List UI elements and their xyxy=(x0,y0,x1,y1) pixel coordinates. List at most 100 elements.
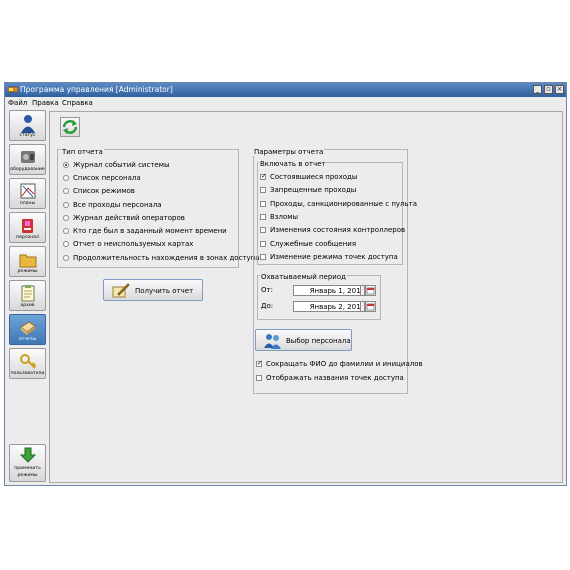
checkbox[interactable] xyxy=(260,172,267,180)
radio-option[interactable]: Список персонала xyxy=(63,174,141,182)
sidebar-item-archive[interactable]: архив xyxy=(9,280,46,311)
sidebar-item-label: пользователи xyxy=(10,371,45,376)
checkbox-option[interactable]: Проходы, санкционированные с пульта xyxy=(260,200,417,208)
checkbox[interactable] xyxy=(260,201,266,207)
menu-bar: Файл Правка Справка xyxy=(5,97,566,109)
checkbox-option[interactable]: Изменение режима точек доступа xyxy=(260,253,398,261)
period-group xyxy=(257,275,381,320)
sidebar-item-label: отчеты xyxy=(18,337,37,342)
radio-button[interactable] xyxy=(63,188,69,194)
apply-modes-button[interactable]: применить режимы xyxy=(9,444,46,482)
sidebar-item-users[interactable]: пользователи xyxy=(9,348,46,379)
refresh-button[interactable] xyxy=(60,117,80,137)
to-label: До: xyxy=(261,302,274,310)
checkbox-label: Сокращать ФИО до фамилии и инициалов xyxy=(266,360,423,368)
calendar-icon xyxy=(366,287,375,295)
radio-button[interactable] xyxy=(63,241,69,247)
checkbox-option[interactable]: Состоявшиеся проходы xyxy=(260,172,357,181)
plans-icon xyxy=(20,183,36,199)
sidebar-item-personnel[interactable]: персонал xyxy=(9,212,46,243)
sidebar-item-status[interactable]: статус xyxy=(9,110,46,141)
radio-option[interactable]: Продолжительность нахождения в зонах дос… xyxy=(63,254,260,262)
key-icon xyxy=(20,354,37,369)
menu-file[interactable]: Файл xyxy=(8,99,27,107)
radio-button[interactable] xyxy=(63,255,69,261)
radio-button[interactable] xyxy=(63,162,69,168)
from-calendar-button[interactable] xyxy=(365,285,376,296)
checkbox-label: Проходы, санкционированные с пульта xyxy=(270,200,418,208)
to-date-field[interactable]: Январь 2, 2012 xyxy=(293,301,369,312)
select-personnel-button[interactable]: Выбор персонала xyxy=(255,329,352,351)
radio-label: Журнал событий системы xyxy=(73,161,170,169)
checkbox-option[interactable]: Служебные сообщения xyxy=(260,240,356,248)
from-date-field[interactable]: Январь 1, 2012 xyxy=(293,285,369,296)
sidebar-item-label: статус xyxy=(19,133,36,138)
close-icon[interactable]: × xyxy=(555,85,564,94)
checkbox-option[interactable]: Запрещенные проходы xyxy=(260,186,356,194)
minimize-icon[interactable]: _ xyxy=(533,85,542,94)
to-date-value: Январь 2, 2012 xyxy=(309,303,365,311)
radio-button[interactable] xyxy=(63,202,69,208)
sidebar-item-modes[interactable]: режимы xyxy=(9,246,46,277)
from-label: От: xyxy=(261,286,273,294)
checkbox[interactable] xyxy=(256,375,262,381)
period-title: Охватываемый период xyxy=(260,273,347,281)
checkbox-option[interactable]: Отображать названия точек доступа xyxy=(256,374,404,382)
personnel-icon xyxy=(22,219,33,233)
radio-option[interactable]: Список режимов xyxy=(63,187,135,195)
select-personnel-label: Выбор персонала xyxy=(286,337,351,345)
radio-option[interactable]: Кто где был в заданный момент времени xyxy=(63,227,227,235)
menu-help[interactable]: Справка xyxy=(62,99,93,107)
app-icon xyxy=(8,86,18,93)
radio-option[interactable]: Журнал действий операторов xyxy=(63,214,185,222)
calendar-icon xyxy=(366,303,375,311)
reports-panel: Тип отчета Журнал событий системы Список… xyxy=(49,111,563,483)
from-date-value: Январь 1, 2012 xyxy=(309,287,365,295)
checkbox[interactable] xyxy=(260,187,266,193)
radio-button[interactable] xyxy=(63,175,69,181)
get-report-button[interactable]: Получить отчет xyxy=(103,279,203,301)
apply-label-line2: режимы xyxy=(17,473,38,478)
sidebar-item-label: персонал xyxy=(16,235,39,240)
checkbox-label: Изменение режима точек доступа xyxy=(270,253,398,261)
folder-icon xyxy=(19,254,37,268)
sidebar-item-label: оборудование xyxy=(10,167,45,172)
include-title: Включать в отчет xyxy=(259,160,327,168)
checkbox[interactable] xyxy=(260,227,266,233)
checkbox-label: Изменения состояния контроллеров xyxy=(270,226,406,234)
sidebar-item-label: режимы xyxy=(17,269,38,274)
radio-label: Отчет о неиспользуемых картах xyxy=(73,240,194,248)
radio-option[interactable]: Все проходы персонала xyxy=(63,201,162,209)
checkbox[interactable] xyxy=(260,241,266,247)
radio-button[interactable] xyxy=(63,215,69,221)
title-bar[interactable]: Программа управления [Administrator] _ ▫… xyxy=(5,83,566,97)
checkbox-option[interactable]: Сокращать ФИО до фамилии и инициалов xyxy=(256,359,423,368)
checkbox[interactable] xyxy=(256,359,263,367)
download-arrow-icon xyxy=(19,447,37,463)
archive-icon xyxy=(21,285,35,302)
checkbox[interactable] xyxy=(260,254,266,260)
maximize-icon[interactable]: ▫ xyxy=(544,85,553,94)
reports-icon xyxy=(20,321,36,335)
checkbox-label: Взломы xyxy=(270,213,299,221)
radio-button[interactable] xyxy=(63,228,69,234)
radio-label: Список персонала xyxy=(73,174,141,182)
people-icon xyxy=(264,334,281,349)
to-calendar-button[interactable] xyxy=(365,301,376,312)
person-icon xyxy=(21,115,35,133)
radio-option[interactable]: Отчет о неиспользуемых картах xyxy=(63,240,193,248)
report-pencil-icon xyxy=(112,283,130,298)
checkbox[interactable] xyxy=(260,214,266,220)
sidebar-item-equipment[interactable]: оборудование xyxy=(9,144,46,175)
radio-option[interactable]: Журнал событий системы xyxy=(63,161,170,169)
report-params-title: Параметры отчета xyxy=(253,148,325,156)
sidebar-item-label: архив xyxy=(20,303,35,308)
checkbox-option[interactable]: Взломы xyxy=(260,213,298,221)
sidebar-item-plans[interactable]: планы xyxy=(9,178,46,209)
sidebar-item-reports[interactable]: отчеты xyxy=(9,314,46,345)
report-type-title: Тип отчета xyxy=(61,148,104,156)
equipment-icon xyxy=(21,151,35,163)
menu-edit[interactable]: Правка xyxy=(32,99,59,107)
sidebar: статус оборудование планы персонал режим… xyxy=(7,110,47,484)
checkbox-option[interactable]: Изменения состояния контроллеров xyxy=(260,226,405,234)
